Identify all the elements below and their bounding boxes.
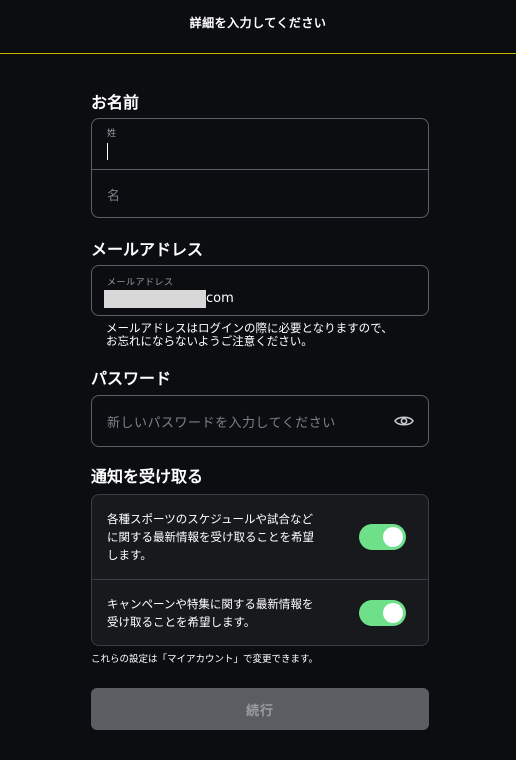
email-field-label: メールアドレス (107, 278, 174, 288)
settings-note: これらの設定は「マイアカウント」で変更できます。 (91, 654, 319, 665)
last-name-field[interactable]: 姓 (92, 119, 428, 169)
notification-sports-text: 各種スポーツのスケジュールや試合など に関する最新情報を受け取ることを希望 しま… (107, 510, 342, 564)
name-section-title: お名前 (91, 93, 140, 112)
notification-sports-line-2: に関する最新情報を受け取ることを希望 (107, 530, 314, 544)
page-title: 詳細を入力してください (189, 16, 327, 30)
toggle-knob (383, 527, 403, 547)
email-value: com (206, 291, 234, 306)
first-name-placeholder: 名 (107, 189, 121, 204)
notification-row-sports: 各種スポーツのスケジュールや試合など に関する最新情報を受け取ることを希望 しま… (92, 495, 428, 579)
password-section-title: パスワード (91, 369, 172, 388)
eye-icon[interactable] (394, 413, 414, 429)
toggle-knob (383, 603, 403, 623)
notification-sports-line-3: します。 (107, 548, 152, 562)
sports-notification-toggle[interactable] (359, 524, 406, 550)
notification-campaign-line-2: 受け取ることを希望します。 (107, 615, 256, 629)
text-caret (107, 143, 108, 160)
notification-campaign-line-1: キャンペーンや特集に関する最新情報を (107, 597, 314, 611)
email-redaction (104, 290, 206, 308)
notification-sports-line-1: 各種スポーツのスケジュールや試合など (107, 512, 313, 526)
password-placeholder: 新しいパスワードを入力してください (107, 416, 336, 431)
last-name-label: 姓 (107, 129, 117, 139)
email-section-title: メールアドレス (91, 240, 204, 259)
notifications-section-title: 通知を受け取る (91, 467, 204, 486)
password-field[interactable]: 新しいパスワードを入力してください (91, 395, 429, 447)
email-field[interactable]: メールアドレス com (91, 265, 429, 316)
notification-row-campaign: キャンペーンや特集に関する最新情報を 受け取ることを希望します。 (92, 579, 428, 645)
name-field-group: 姓 名 (91, 118, 429, 218)
notification-settings: 各種スポーツのスケジュールや試合など に関する最新情報を受け取ることを希望 しま… (91, 494, 429, 646)
first-name-field[interactable]: 名 (92, 169, 428, 217)
email-help-line-2: お忘れにならないようご注意ください。 (106, 334, 313, 348)
campaign-notification-toggle[interactable] (359, 600, 406, 626)
email-help-text: メールアドレスはログインの際に必要となりますので、 お忘れにならないようご注意く… (106, 322, 426, 348)
notification-campaign-text: キャンペーンや特集に関する最新情報を 受け取ることを希望します。 (107, 595, 342, 631)
page-header: 詳細を入力してください (0, 0, 516, 54)
continue-button[interactable]: 続行 (91, 688, 429, 730)
